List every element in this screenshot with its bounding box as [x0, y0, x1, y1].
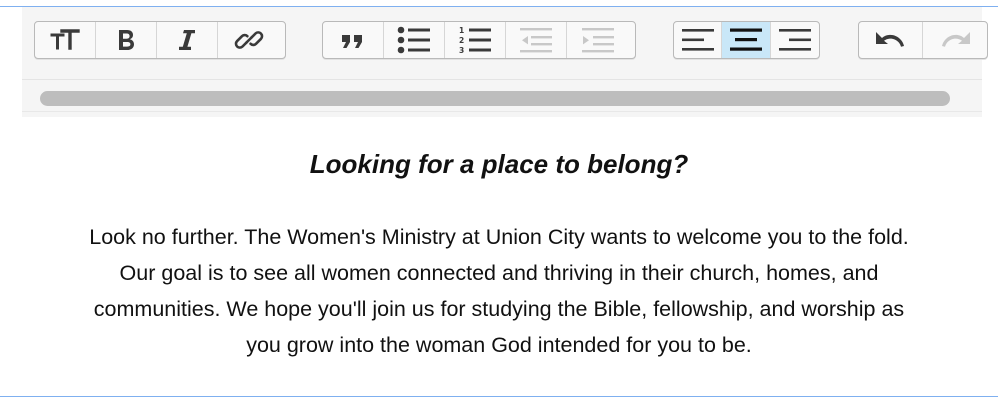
- paragraph-line: Look no further. The Women's Ministry at…: [89, 225, 909, 249]
- horizontal-scrollbar[interactable]: [22, 85, 982, 112]
- align-right-button[interactable]: [771, 22, 819, 58]
- align-center-icon: [730, 28, 763, 51]
- numbered-list-icon: 123: [459, 26, 491, 54]
- indent-button[interactable]: [567, 22, 628, 58]
- link-icon: [234, 31, 263, 49]
- svg-text:1: 1: [459, 26, 464, 35]
- paragraph-line: Our goal is to see all women connected a…: [119, 261, 879, 285]
- align-left-button[interactable]: [674, 22, 723, 58]
- rich-text-editor: 123 Looking for a place to belong? Look …: [0, 6, 998, 397]
- alignment-group: [673, 21, 820, 59]
- bulleted-list-icon: [397, 26, 430, 54]
- text-size-icon: [50, 29, 80, 50]
- text-size-button[interactable]: [35, 22, 96, 58]
- quote-icon: [342, 35, 362, 48]
- italic-icon: [179, 30, 195, 50]
- formatting-toolbar: 123: [22, 7, 988, 80]
- numbered-list-button[interactable]: 123: [445, 22, 506, 58]
- paragraph-line: you grow into the woman God intended for…: [246, 333, 752, 357]
- toolbar-area: 123: [22, 7, 988, 117]
- undo-button[interactable]: [859, 22, 923, 58]
- undo-icon: [875, 32, 904, 47]
- redo-button[interactable]: [923, 22, 987, 58]
- quote-button[interactable]: [323, 22, 384, 58]
- align-center-button[interactable]: [722, 22, 771, 58]
- link-button[interactable]: [218, 22, 279, 58]
- svg-text:2: 2: [459, 36, 464, 45]
- outdent-button[interactable]: [506, 22, 567, 58]
- italic-button[interactable]: [157, 22, 218, 58]
- bulleted-list-button[interactable]: [384, 22, 445, 58]
- redo-icon: [942, 32, 970, 47]
- bold-icon: [119, 30, 134, 50]
- text-format-group: [34, 21, 286, 59]
- indent-icon: [581, 28, 614, 53]
- scrollbar-thumb[interactable]: [40, 91, 950, 106]
- history-group: [858, 21, 988, 59]
- content-paragraph: Look no further. The Women's Ministry at…: [28, 219, 970, 363]
- content-heading: Looking for a place to belong?: [309, 149, 689, 179]
- align-left-icon: [681, 29, 714, 51]
- bold-button[interactable]: [96, 22, 157, 58]
- paragraph-line: communities. We hope you'll join us for …: [93, 297, 905, 321]
- align-right-icon: [778, 29, 811, 51]
- block-format-group: 123: [322, 21, 636, 59]
- outdent-icon: [520, 28, 552, 53]
- svg-text:3: 3: [459, 46, 464, 54]
